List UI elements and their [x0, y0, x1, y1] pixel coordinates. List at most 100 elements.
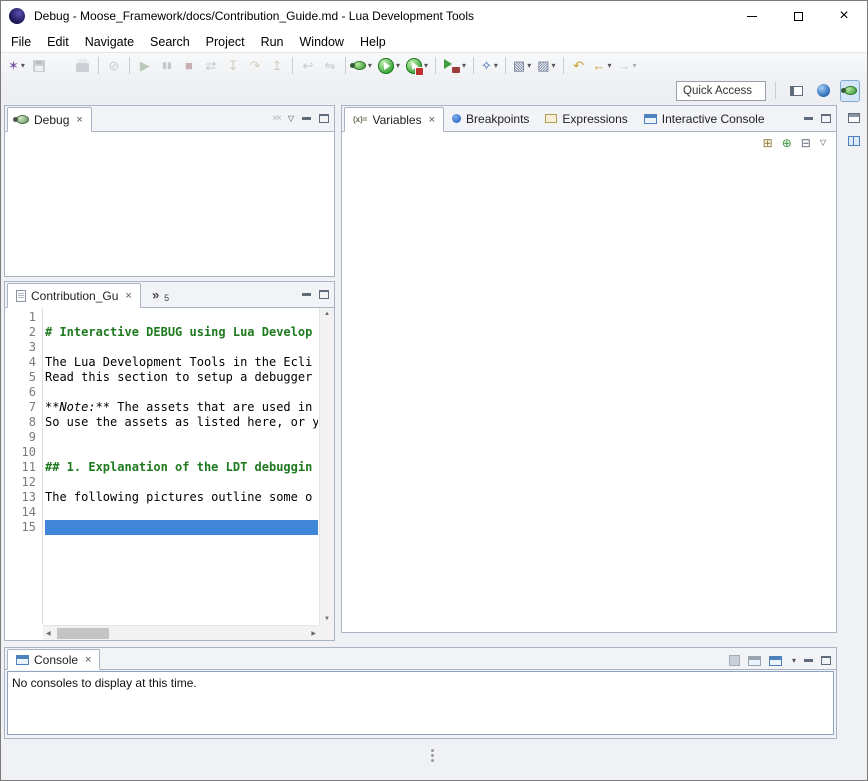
- debug-maximize-icon[interactable]: [319, 114, 329, 123]
- search-dropdown-icon[interactable]: ▾: [494, 61, 498, 70]
- scroll-left-icon[interactable]: ◀: [46, 630, 51, 637]
- editor-text-area[interactable]: # Interactive DEBUG using Lua Develop The…: [45, 308, 318, 624]
- drop-to-frame-icon: ↩: [302, 59, 313, 72]
- open-console-icon[interactable]: [769, 656, 782, 666]
- scrollbar-corner: [319, 625, 334, 640]
- menu-item-search[interactable]: Search: [142, 33, 198, 51]
- tab-variables-close-icon[interactable]: ×: [429, 114, 435, 126]
- debug-view-menu-icon[interactable]: ▽: [288, 114, 294, 123]
- variables-view-menu-icon[interactable]: ▽: [820, 139, 826, 147]
- editor-line[interactable]: ## 1. Explanation of the LDT debuggin: [45, 460, 318, 475]
- open-console-dropdown-icon[interactable]: ▾: [792, 656, 796, 665]
- run-coverage-dropdown-icon[interactable]: ▾: [424, 61, 428, 70]
- minimize-button[interactable]: [729, 1, 775, 31]
- editor-line[interactable]: [45, 445, 318, 460]
- hidden-editors-indicator[interactable]: » 5: [147, 282, 174, 307]
- editor-line[interactable]: [45, 505, 318, 520]
- editor-vertical-scrollbar[interactable]: ▲ ▼: [319, 308, 334, 625]
- last-edit-location-button[interactable]: ↶: [569, 55, 589, 77]
- back-button[interactable]: ←▾: [591, 55, 614, 77]
- collapse-all-icon[interactable]: ⊟: [801, 137, 811, 149]
- menu-item-navigate[interactable]: Navigate: [77, 33, 142, 51]
- debug-perspective-button[interactable]: [840, 80, 860, 102]
- tab-console-close-icon[interactable]: ×: [85, 654, 91, 666]
- console-maximize-icon[interactable]: [821, 656, 831, 665]
- splitter-grip[interactable]: [431, 749, 434, 752]
- scroll-right-icon[interactable]: ▶: [311, 630, 316, 637]
- open-element-button[interactable]: ▨▾: [535, 55, 557, 77]
- step-over-button: ↷: [245, 55, 265, 77]
- tab-interactive-console[interactable]: Interactive Console: [636, 106, 773, 131]
- menu-item-help[interactable]: Help: [352, 33, 394, 51]
- forward-button: →▾: [616, 55, 639, 77]
- expand-selection-icon[interactable]: ⊕: [782, 137, 792, 149]
- editor-line[interactable]: **Note:** The assets that are used in: [45, 400, 318, 415]
- run-dropdown-icon[interactable]: ▾: [396, 61, 400, 70]
- display-selected-console-icon[interactable]: [748, 656, 761, 666]
- tab-contribution-guide-close-icon[interactable]: ×: [125, 290, 131, 302]
- run-button[interactable]: ▾: [376, 55, 402, 77]
- restore-minimized-view-button[interactable]: [844, 108, 864, 128]
- search-button[interactable]: ✧▾: [479, 55, 500, 77]
- editor-line[interactable]: [45, 430, 318, 445]
- ldt-perspective-button[interactable]: [813, 80, 833, 102]
- console-view: Console × ▾ No consoles to display at th…: [4, 647, 837, 739]
- new-wizard-dropdown-icon[interactable]: ▾: [21, 61, 25, 70]
- console-minimize-icon[interactable]: [804, 659, 813, 662]
- variables-tabbar: (x)= Variables × Breakpoints Expressions…: [342, 106, 836, 132]
- scroll-up-icon[interactable]: ▲: [324, 311, 330, 317]
- show-logical-structure-icon[interactable]: ⊞: [763, 137, 773, 149]
- editor-line[interactable]: So use the assets as listed here, or y: [45, 415, 318, 430]
- open-perspective-button[interactable]: [786, 80, 806, 102]
- editor-line[interactable]: Read this section to setup a debugger: [45, 370, 318, 385]
- variables-minimize-icon[interactable]: [804, 117, 813, 120]
- tab-console[interactable]: Console ×: [7, 649, 100, 670]
- debug-minimize-icon[interactable]: [302, 117, 311, 120]
- maximize-button[interactable]: [775, 1, 821, 31]
- tab-expressions[interactable]: Expressions: [537, 106, 635, 131]
- close-button[interactable]: ×: [821, 1, 867, 31]
- debug-button[interactable]: ▾: [351, 55, 374, 77]
- editor-text: **Note:**: [45, 400, 110, 414]
- new-wizard-button[interactable]: ✶▾: [6, 55, 27, 77]
- minimized-view-button[interactable]: [844, 131, 864, 151]
- editor-line[interactable]: [45, 385, 318, 400]
- editor-line[interactable]: [45, 475, 318, 490]
- scrollbar-thumb[interactable]: [57, 628, 109, 639]
- variables-maximize-icon[interactable]: [821, 114, 831, 123]
- menu-item-window[interactable]: Window: [292, 33, 352, 51]
- line-number: 3: [5, 340, 42, 355]
- editor-line[interactable]: [45, 340, 318, 355]
- editor-line[interactable]: [45, 310, 318, 325]
- editor-line[interactable]: The following pictures outline some o: [45, 490, 318, 505]
- close-icon: ×: [839, 8, 848, 24]
- tab-variables[interactable]: (x)= Variables ×: [344, 107, 444, 132]
- editor-maximize-icon[interactable]: [319, 290, 329, 299]
- back-dropdown-icon[interactable]: ▾: [608, 61, 612, 70]
- editor-line[interactable]: # Interactive DEBUG using Lua Develop: [45, 325, 318, 340]
- menu-item-project[interactable]: Project: [198, 33, 253, 51]
- open-element-dropdown-icon[interactable]: ▾: [552, 61, 556, 70]
- tab-contribution-guide[interactable]: Contribution_Gu ×: [7, 283, 141, 308]
- editor-line[interactable]: [45, 520, 318, 535]
- menu-item-edit[interactable]: Edit: [39, 33, 77, 51]
- scroll-down-icon[interactable]: ▼: [324, 616, 330, 622]
- editor-horizontal-scrollbar[interactable]: ◀ ▶: [43, 625, 319, 640]
- external-tools-button[interactable]: ▾: [441, 55, 468, 77]
- run-coverage-button[interactable]: ▾: [404, 55, 430, 77]
- remove-all-terminated-icon: ××: [272, 113, 280, 124]
- editor-minimize-icon[interactable]: [302, 293, 311, 296]
- editor-line[interactable]: The Lua Development Tools in the Ecli: [45, 355, 318, 370]
- menu-item-run[interactable]: Run: [253, 33, 292, 51]
- new-lua-file-dropdown-icon[interactable]: ▾: [527, 61, 531, 70]
- tab-debug[interactable]: Debug ×: [7, 107, 92, 132]
- external-tools-dropdown-icon[interactable]: ▾: [462, 61, 466, 70]
- menu-item-file[interactable]: File: [3, 33, 39, 51]
- quick-access-box[interactable]: Quick Access: [676, 81, 766, 101]
- toolbar-separator: [98, 57, 99, 74]
- tab-debug-close-icon[interactable]: ×: [76, 114, 82, 126]
- new-lua-file-button[interactable]: ▧▾: [511, 55, 533, 77]
- new-wizard-icon: ✶: [8, 59, 19, 72]
- debug-dropdown-icon[interactable]: ▾: [368, 61, 372, 70]
- tab-breakpoints[interactable]: Breakpoints: [444, 106, 537, 131]
